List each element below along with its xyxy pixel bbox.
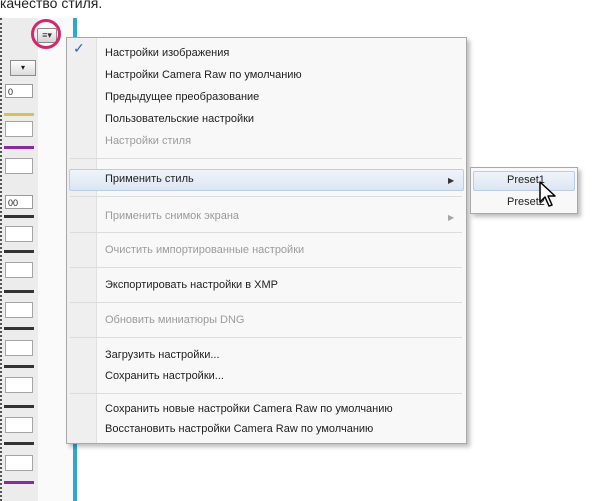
submenu-arrow-icon: ▶	[448, 213, 455, 222]
settings-menu: ✓ Настройки изображения Настройки Camera…	[66, 37, 467, 444]
menu-separator	[70, 196, 462, 197]
menu-separator	[70, 158, 462, 159]
menu-separator	[70, 393, 462, 394]
strip-bar	[4, 405, 34, 408]
menu-item-save-settings[interactable]: Сохранить настройки...	[105, 370, 224, 382]
menu-separator	[70, 337, 462, 338]
strip-field[interactable]: 0	[5, 84, 33, 98]
strip-dropdown[interactable]: ▾	[10, 60, 36, 76]
menu-item-save-new-defaults[interactable]: Сохранить новые настройки Camera Raw по …	[105, 403, 393, 415]
menu-item-preset-settings: Настройки стиля	[105, 135, 192, 147]
strip-box[interactable]	[5, 158, 33, 174]
menu-item-custom-settings[interactable]: Пользовательские настройки	[105, 113, 254, 125]
menu-item-apply-snapshot: Применить снимок экрана	[105, 210, 240, 222]
menu-item-update-dng: Обновить миниатюры DNG	[105, 314, 245, 326]
checkmark-icon: ✓	[73, 40, 85, 56]
menu-separator	[70, 267, 462, 268]
strip-bar	[4, 290, 34, 293]
strip-box[interactable]	[5, 455, 33, 471]
menu-item-camera-raw-defaults[interactable]: Настройки Camera Raw по умолчанию	[105, 69, 302, 81]
menu-separator	[70, 232, 462, 233]
menu-item-image-settings[interactable]: Настройки изображения	[105, 47, 229, 59]
submenu-arrow-icon: ▶	[448, 176, 455, 185]
menu-check-column	[67, 38, 97, 443]
strip-field[interactable]: 00	[5, 195, 33, 209]
strip-bar	[4, 250, 34, 253]
menu-item-reset-defaults[interactable]: Восстановить настройки Camera Raw по умо…	[105, 423, 373, 435]
mouse-cursor-icon	[539, 181, 556, 207]
strip-box[interactable]	[5, 302, 33, 318]
highlight-ring	[31, 19, 61, 49]
strip-box[interactable]	[5, 377, 33, 393]
strip-bar	[4, 146, 34, 149]
strip-bar	[4, 113, 34, 116]
strip-bar	[4, 215, 34, 218]
menu-item-apply-preset[interactable]: Применить стиль	[105, 173, 194, 185]
menu-item-export-xmp[interactable]: Экспортировать настройки в XMP	[105, 279, 278, 291]
strip-bar	[4, 481, 34, 484]
preset-submenu: Preset1 Preset2	[470, 167, 578, 214]
strip-bar	[4, 442, 34, 445]
menu-item-clear-imported: Очистить импортированные настройки	[105, 244, 305, 256]
strip-box[interactable]	[5, 121, 33, 137]
strip-bar	[4, 365, 34, 368]
strip-box[interactable]	[5, 417, 33, 433]
menu-separator	[70, 302, 462, 303]
strip-box[interactable]	[5, 340, 33, 356]
menu-item-load-settings[interactable]: Загрузить настройки...	[105, 349, 220, 361]
strip-box[interactable]	[5, 262, 33, 278]
caption-text: качество стиля.	[0, 0, 103, 11]
strip-bar	[4, 327, 34, 330]
strip-box[interactable]	[5, 226, 33, 242]
menu-item-previous-conversion[interactable]: Предыдущее преобразование	[105, 91, 259, 103]
